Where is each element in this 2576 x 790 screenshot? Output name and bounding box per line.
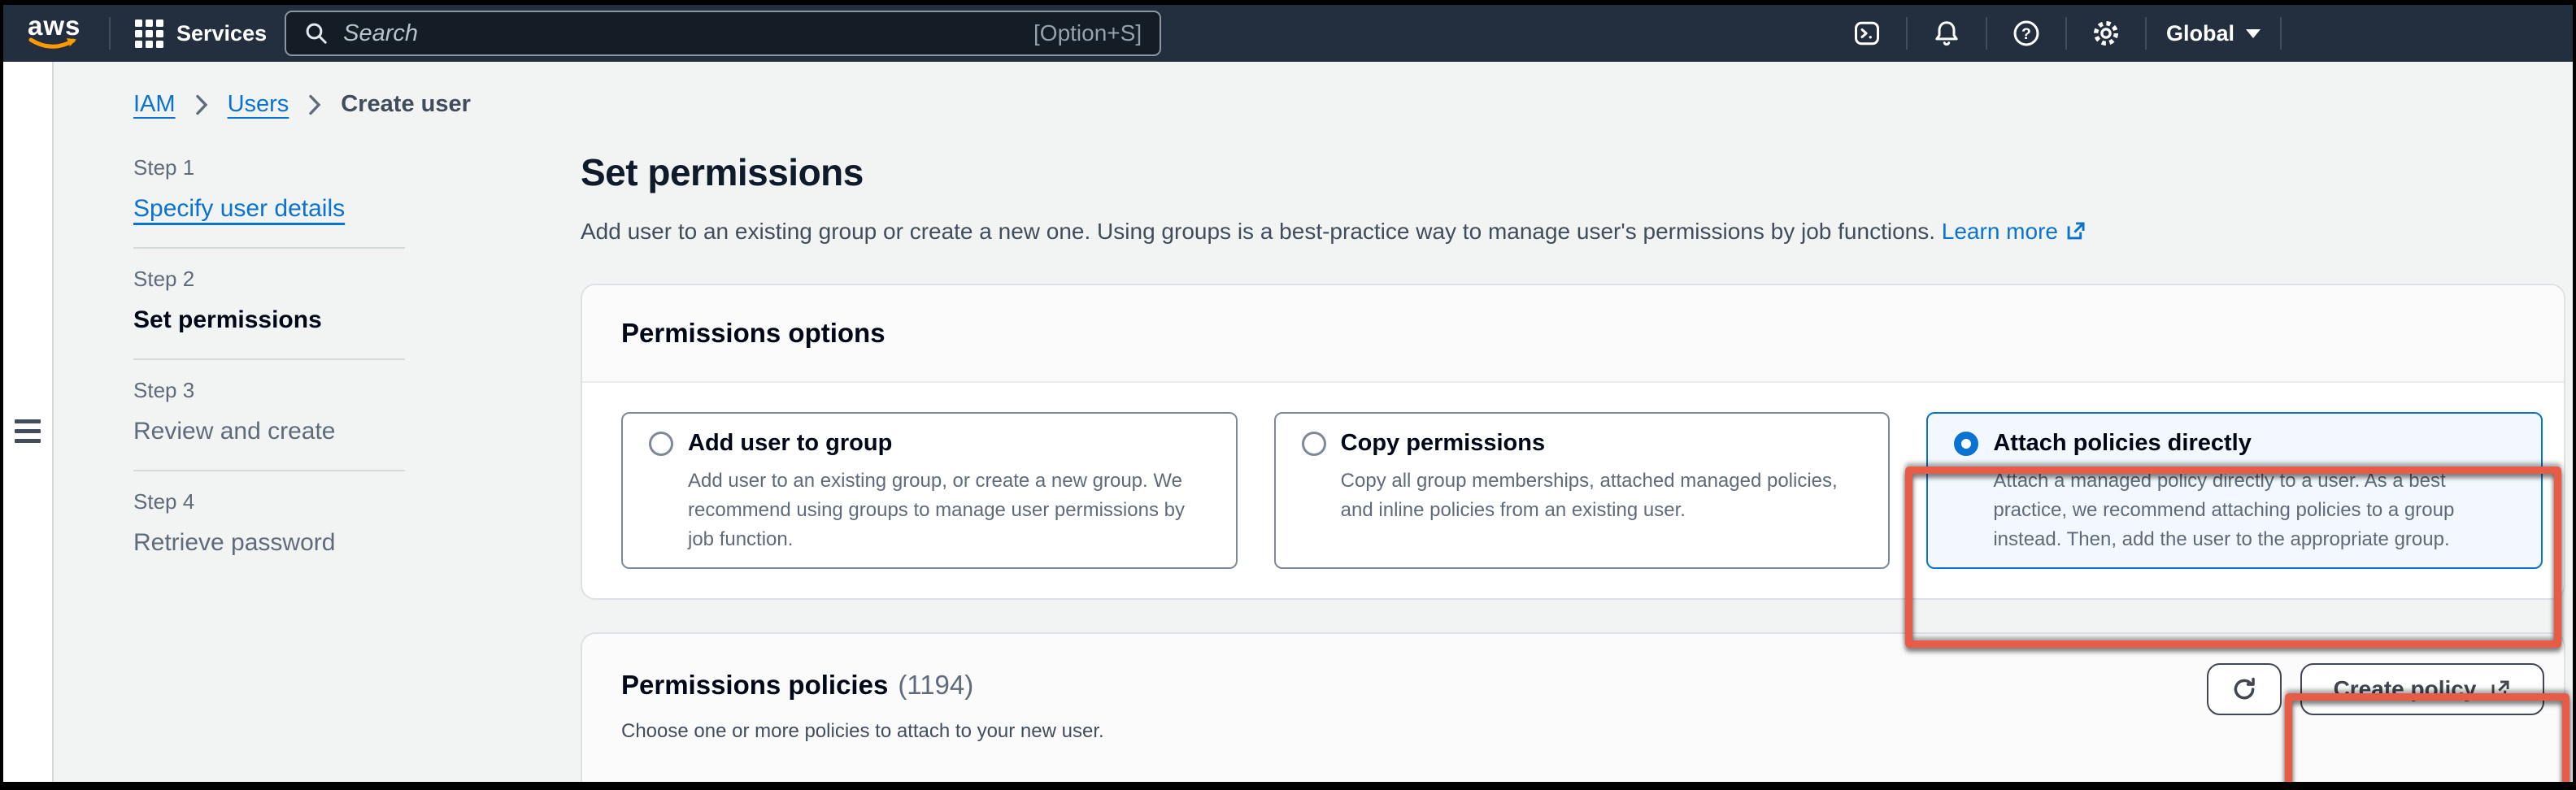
- nav-divider: [1986, 17, 1987, 50]
- radio-unselected-icon[interactable]: [649, 432, 673, 456]
- option-card-attach-policies-directly[interactable]: Attach policies directly Attach a manage…: [1926, 412, 2543, 569]
- search-input[interactable]: Search [Option+S]: [285, 11, 1161, 56]
- top-navigation-bar: aws Services Search [Option+S]: [3, 5, 2573, 62]
- help-icon: ?: [2012, 19, 2041, 48]
- option-description: Attach a managed policy directly to a us…: [1993, 467, 2518, 554]
- step-3: Step 3 Review and create: [133, 358, 405, 470]
- step-2-current: Set permissions: [133, 306, 405, 334]
- side-nav-rail: [3, 62, 54, 782]
- svg-text:?: ?: [2021, 25, 2031, 43]
- main-content: Set permissions Add user to an existing …: [581, 150, 2573, 790]
- learn-more-link[interactable]: Learn more: [1942, 219, 2086, 244]
- wizard-steps-nav: Step 1 Specify user details Step 2 Set p…: [133, 150, 405, 790]
- notifications-button[interactable]: [1919, 11, 1974, 56]
- radio-unselected-icon[interactable]: [1302, 432, 1326, 456]
- breadcrumb-users[interactable]: Users: [228, 91, 289, 118]
- permissions-policies-title: Permissions policies(1194): [621, 670, 1104, 701]
- services-menu-button[interactable]: Services: [135, 20, 267, 48]
- chevron-down-icon: [2246, 29, 2261, 38]
- create-policy-button[interactable]: Create policy: [2300, 663, 2544, 715]
- step-2: Step 2 Set permissions: [133, 247, 405, 358]
- option-description: Copy all group memberships, attached man…: [1341, 467, 1866, 525]
- permissions-policies-subtitle: Choose one or more policies to attach to…: [621, 720, 1104, 743]
- refresh-button[interactable]: [2207, 663, 2282, 715]
- step-label: Step 2: [133, 267, 405, 292]
- nav-utilities: ? Global: [1839, 11, 2552, 56]
- help-button[interactable]: ?: [1999, 11, 2054, 56]
- option-title: Copy permissions: [1341, 430, 1545, 457]
- nav-divider: [2145, 17, 2147, 50]
- refresh-icon: [2230, 675, 2258, 703]
- page-title: Set permissions: [581, 150, 2565, 194]
- chevron-right-icon: [308, 94, 321, 115]
- settings-button[interactable]: [2078, 11, 2134, 56]
- aws-logo[interactable]: aws: [28, 11, 81, 56]
- menu-icon[interactable]: [15, 86, 41, 782]
- region-label: Global: [2166, 21, 2234, 46]
- step-label: Step 4: [133, 489, 405, 514]
- aws-logo-text: aws: [28, 12, 81, 39]
- cloudshell-icon: [1852, 19, 1882, 48]
- permissions-policies-panel: Permissions policies(1194) Choose one or…: [581, 632, 2565, 790]
- external-link-icon: [2065, 220, 2086, 242]
- chevron-right-icon: [195, 94, 208, 115]
- breadcrumb: IAM Users Create user: [133, 91, 2573, 118]
- services-label: Services: [176, 21, 267, 46]
- settings-gear-icon: [2091, 19, 2121, 48]
- step-1: Step 1 Specify user details: [133, 150, 405, 247]
- nav-divider: [2065, 17, 2067, 50]
- external-link-icon: [2489, 679, 2511, 701]
- aws-smile-icon: [28, 37, 81, 53]
- option-description: Add user to an existing group, or create…: [688, 467, 1213, 554]
- step-3-title: Review and create: [133, 418, 405, 445]
- content-area: IAM Users Create user Step 1 Specify use…: [54, 62, 2573, 782]
- search-shortcut-hint: [Option+S]: [1033, 20, 1142, 46]
- cloudshell-button[interactable]: [1839, 11, 1895, 56]
- permissions-option-cards: Add user to group Add user to an existin…: [582, 383, 2564, 598]
- region-selector[interactable]: Global: [2158, 21, 2269, 46]
- breadcrumb-iam[interactable]: IAM: [133, 91, 176, 118]
- option-title: Attach policies directly: [1993, 430, 2252, 457]
- nav-divider: [2280, 17, 2282, 50]
- radio-selected-icon[interactable]: [1954, 432, 1978, 456]
- step-1-link[interactable]: Specify user details: [133, 195, 345, 222]
- permissions-options-header: Permissions options: [582, 285, 2564, 383]
- step-label: Step 3: [133, 378, 405, 403]
- permissions-options-panel: Permissions options Add user to group Ad…: [581, 284, 2565, 600]
- screenshot-frame: aws Services Search [Option+S]: [0, 0, 2576, 790]
- option-title: Add user to group: [688, 430, 892, 457]
- services-grid-icon: [135, 20, 163, 48]
- option-card-copy-permissions[interactable]: Copy permissions Copy all group membersh…: [1274, 412, 1891, 569]
- page-body: IAM Users Create user Step 1 Specify use…: [3, 62, 2573, 782]
- step-4-title: Retrieve password: [133, 529, 405, 557]
- search-icon: [304, 21, 329, 46]
- search-placeholder: Search: [343, 20, 418, 47]
- policies-count: (1194): [898, 670, 973, 700]
- breadcrumb-current: Create user: [341, 91, 471, 118]
- nav-divider: [109, 17, 111, 50]
- policies-actions: Create policy: [2207, 663, 2544, 715]
- nav-divider: [1906, 17, 1908, 50]
- notifications-bell-icon: [1932, 19, 1961, 48]
- option-card-add-user-to-group[interactable]: Add user to group Add user to an existin…: [621, 412, 1238, 569]
- step-4: Step 4 Retrieve password: [133, 470, 405, 581]
- permissions-policies-heading: Permissions policies(1194) Choose one or…: [621, 670, 1104, 743]
- page-description: Add user to an existing group or create …: [581, 219, 2565, 245]
- step-label: Step 1: [133, 155, 405, 180]
